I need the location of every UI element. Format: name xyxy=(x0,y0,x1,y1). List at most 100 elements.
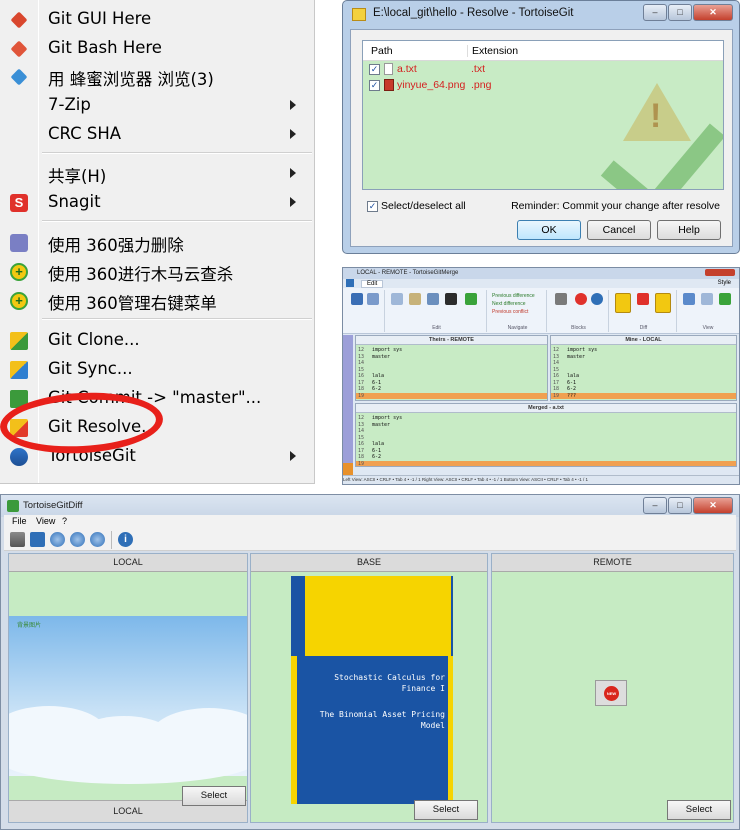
tab-edit[interactable]: Edit xyxy=(361,280,384,288)
select-base-button[interactable]: Select xyxy=(414,800,478,820)
select-remote-button[interactable]: Select xyxy=(667,800,731,820)
list-item[interactable]: ✓ a.txt .txt xyxy=(363,63,723,78)
inline-diff-icon[interactable] xyxy=(655,293,671,313)
maximize-button[interactable]: □ xyxy=(668,497,692,514)
cancel-button[interactable]: Cancel xyxy=(587,220,651,240)
close-button[interactable]: ✕ xyxy=(693,497,733,514)
menu-item-share[interactable]: 共享(H) xyxy=(0,160,315,188)
ok-button[interactable]: OK xyxy=(517,220,581,240)
previous-conflict-button[interactable]: Previous conflict xyxy=(492,309,528,315)
menu-item-360-scan[interactable]: + 使用 360进行木马云查杀 xyxy=(0,258,315,286)
file-checkbox[interactable]: ✓ xyxy=(369,64,380,75)
select-local-button[interactable]: Select xyxy=(182,786,246,806)
local-image: 背景图片 xyxy=(9,616,247,784)
mark-resolved-icon[interactable] xyxy=(465,293,477,305)
image-caption: 背景图片 xyxy=(17,623,42,629)
context-menu: Git GUI Here Git Bash Here 用 蜂蜜浏览器 浏览(3)… xyxy=(0,0,315,484)
info-icon[interactable]: i xyxy=(118,532,133,547)
diff-title-bar: TortoiseGitDiff – □ ✕ xyxy=(1,495,739,517)
pane-header: Theirs - REMOTE xyxy=(356,336,547,345)
save-icon[interactable] xyxy=(351,293,363,305)
conflict-line: 19??? xyxy=(551,392,736,399)
menu-item-label: 使用 360进行木马云查杀 xyxy=(48,265,234,284)
paste-icon[interactable] xyxy=(409,293,421,305)
overlay-mode-icon[interactable] xyxy=(10,532,25,547)
use-mine-icon[interactable] xyxy=(591,293,603,305)
zoom-reset-icon[interactable] xyxy=(90,532,105,547)
title-bar: E:\local_git\hello - Resolve - TortoiseG… xyxy=(343,1,739,29)
browser-icon xyxy=(10,68,28,86)
list-item[interactable]: ✓ yinyue_64.png .png xyxy=(363,79,723,94)
select-all-label: Select/deselect all xyxy=(381,200,466,212)
view-icon[interactable] xyxy=(683,293,695,305)
column-path[interactable]: Path xyxy=(371,45,393,57)
find-icon[interactable] xyxy=(427,293,439,305)
file-checkbox[interactable]: ✓ xyxy=(369,80,380,91)
menu-item-360-delete[interactable]: 使用 360强力删除 xyxy=(0,229,315,257)
menu-view[interactable]: View xyxy=(36,516,55,526)
file-path: a.txt xyxy=(397,63,417,75)
select-all-checkbox[interactable]: ✓ xyxy=(367,201,378,212)
menu-item-7zip[interactable]: 7-Zip xyxy=(0,92,315,120)
fit-image-icon[interactable] xyxy=(30,532,45,547)
pane-header: Mine - LOCAL xyxy=(551,336,736,345)
file-path: yinyue_64.png xyxy=(397,79,466,91)
group-caption: Blocks xyxy=(571,325,586,331)
toolbar-separator xyxy=(111,531,112,549)
menu-item-360-manage[interactable]: + 使用 360管理右键菜单 xyxy=(0,287,315,315)
menu-help[interactable]: ? xyxy=(62,516,67,526)
remote-pane: REMOTE NEW Select xyxy=(491,553,734,823)
show-whitespaces-icon[interactable] xyxy=(615,293,631,313)
menu-item-git-bash[interactable]: Git Bash Here xyxy=(0,35,315,63)
ribbon-group-view: View xyxy=(679,290,737,332)
file-extension: .png xyxy=(471,79,492,91)
ribbon-group-file xyxy=(347,290,385,332)
menu-item-label: Git Bash Here xyxy=(48,38,162,57)
close-button[interactable] xyxy=(705,269,735,276)
zoom-in-icon[interactable] xyxy=(50,532,65,547)
menu-item-git-gui[interactable]: Git GUI Here xyxy=(0,6,315,34)
menu-item-crc-sha[interactable]: CRC SHA xyxy=(0,121,315,149)
window-title: TortoiseGitDiff xyxy=(23,500,83,511)
minimize-button[interactable]: – xyxy=(643,497,667,514)
group-caption: Edit xyxy=(432,325,441,331)
git-gui-icon xyxy=(10,11,28,29)
menu-item-browser[interactable]: 用 蜂蜜浏览器 浏览(3) xyxy=(0,63,315,91)
app-icon xyxy=(7,500,19,512)
previous-difference-button[interactable]: Previous difference xyxy=(492,293,535,299)
360-delete-icon xyxy=(10,234,28,252)
menu-item-git-sync[interactable]: Git Sync... xyxy=(0,356,315,384)
goto-line-icon[interactable] xyxy=(445,293,457,305)
menu-item-label: Git Clone... xyxy=(48,330,140,349)
reminder-text: Reminder: Commit your change after resol… xyxy=(511,200,720,212)
tortoisegit-icon xyxy=(10,448,28,466)
book-subtitle-line-2: Model xyxy=(420,721,445,730)
maximize-button[interactable]: □ xyxy=(668,4,692,21)
next-difference-button[interactable]: Next difference xyxy=(492,301,526,307)
menu-item-snagit[interactable]: S Snagit xyxy=(0,189,315,217)
base-pane: BASE Stochastic Calculus for Finance I T… xyxy=(250,553,488,823)
menu-item-label: Git GUI Here xyxy=(48,9,152,28)
copy-icon[interactable] xyxy=(391,293,403,305)
zoom-out-icon[interactable] xyxy=(70,532,85,547)
menu-file[interactable]: File xyxy=(12,516,27,526)
close-button[interactable]: ✕ xyxy=(693,4,733,21)
help-button[interactable]: Help xyxy=(657,220,721,240)
file-extension: .txt xyxy=(471,63,486,75)
use-block-icon[interactable] xyxy=(555,293,567,305)
submenu-arrow-icon xyxy=(290,168,296,178)
wrap-lines-icon[interactable] xyxy=(701,293,713,305)
reload-icon[interactable] xyxy=(367,293,379,305)
ignore-icon[interactable] xyxy=(637,293,649,305)
use-theirs-icon[interactable] xyxy=(575,293,587,305)
column-extension[interactable]: Extension xyxy=(467,45,518,57)
minimize-button[interactable]: – xyxy=(643,4,667,21)
book-title-line-2: Finance I xyxy=(401,684,445,693)
style-menu[interactable]: Style xyxy=(718,280,731,286)
ribbon-group-navigate: Previous difference Next difference Prev… xyxy=(489,290,547,332)
window-title: E:\local_git\hello - Resolve - TortoiseG… xyxy=(373,7,574,19)
app-menu-icon[interactable] xyxy=(346,279,354,287)
git-sync-icon xyxy=(10,361,28,379)
collapse-icon[interactable] xyxy=(719,293,731,305)
menu-item-git-clone[interactable]: Git Clone... xyxy=(0,327,315,355)
